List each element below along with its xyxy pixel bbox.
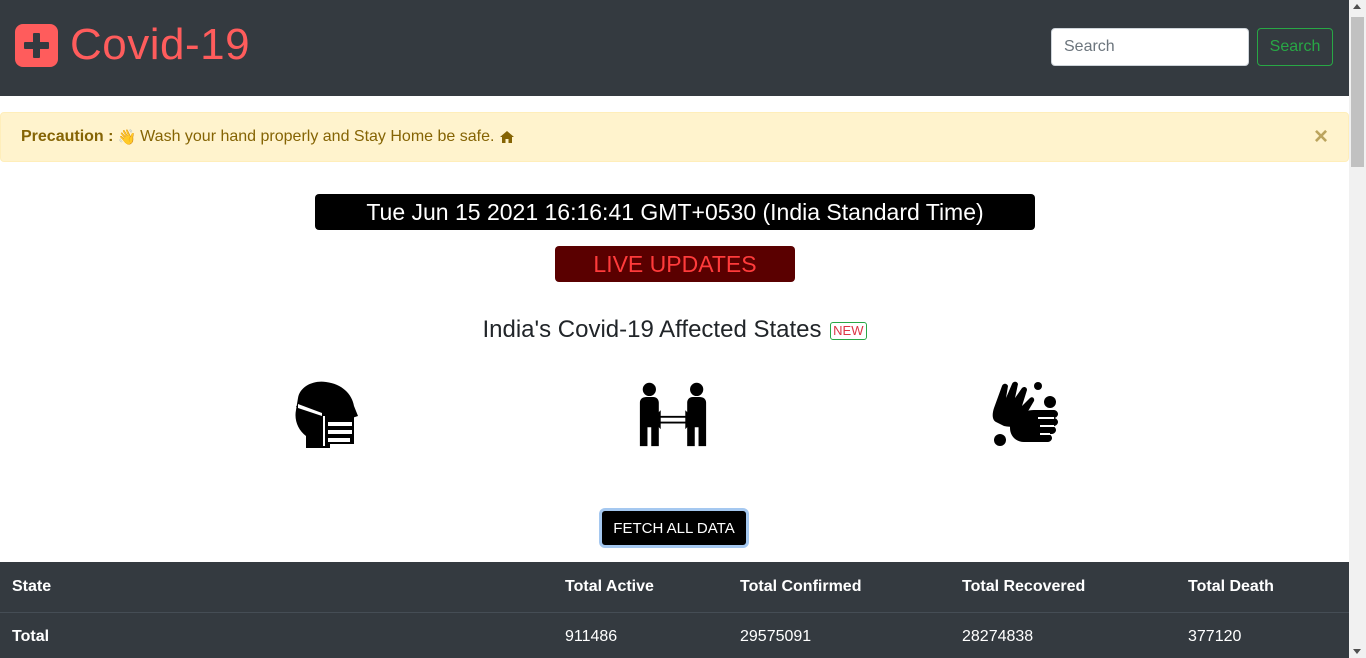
column-header-active[interactable]: Total Active <box>553 562 728 612</box>
fetch-all-data-button[interactable]: FETCH ALL DATA <box>599 508 749 548</box>
precaution-alert: Precaution : 👋 Wash your hand properly a… <box>0 112 1349 162</box>
close-icon[interactable]: × <box>1314 124 1328 150</box>
live-updates-badge: LIVE UPDATES <box>555 246 795 282</box>
cell-confirmed: 29575091 <box>740 628 812 646</box>
scroll-up-arrow-icon[interactable] <box>1353 4 1361 9</box>
scroll-down-arrow-icon[interactable] <box>1353 649 1361 654</box>
cell-death: 377120 <box>1188 628 1242 646</box>
home-icon <box>500 131 515 143</box>
hand-wash-icon: 👋 <box>117 129 137 146</box>
vertical-scrollbar[interactable] <box>1349 0 1366 658</box>
cell-recovered: 28274838 <box>962 628 1034 646</box>
cell-active: 911486 <box>565 628 618 646</box>
table-row: Total 911486 29575091 28274838 377120 <box>0 612 1349 658</box>
search-input[interactable] <box>1051 28 1249 66</box>
scroll-thumb[interactable] <box>1351 17 1364 167</box>
column-header-confirmed[interactable]: Total Confirmed <box>728 562 950 612</box>
brand[interactable]: Covid-19 <box>15 22 250 68</box>
section-heading: India's Covid-19 Affected States NEW <box>0 316 1349 344</box>
column-header-recovered[interactable]: Total Recovered <box>950 562 1176 612</box>
column-header-death[interactable]: Total Death <box>1176 562 1349 612</box>
brand-title: Covid-19 <box>70 20 251 69</box>
new-badge: NEW <box>830 321 867 340</box>
states-table: State Total Active Total Confirmed Total… <box>0 562 1349 658</box>
plus-square-icon <box>15 23 58 67</box>
search-button[interactable]: Search <box>1257 28 1333 66</box>
table-header-row: State Total Active Total Confirmed Total… <box>0 562 1349 612</box>
alert-message: Wash your hand properly and Stay Home be… <box>140 128 495 145</box>
column-header-state[interactable]: State <box>0 562 553 612</box>
datetime-display: Tue Jun 15 2021 16:16:41 GMT+0530 (India… <box>315 194 1035 230</box>
hands-wash-icon <box>992 381 1058 446</box>
alert-label: Precaution : <box>21 128 114 145</box>
heading-text: India's Covid-19 Affected States <box>482 316 822 343</box>
head-mask-icon <box>295 381 358 448</box>
social-distance-icon <box>639 382 707 447</box>
page: Covid-19 Search Precaution : 👋 Wash your… <box>0 0 1349 658</box>
cell-state: Total <box>12 628 50 646</box>
navbar: Covid-19 Search <box>0 0 1349 96</box>
